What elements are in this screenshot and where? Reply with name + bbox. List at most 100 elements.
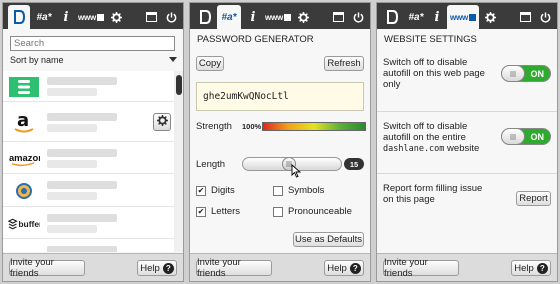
tab-settings[interactable]	[294, 5, 312, 29]
list-item[interactable]: a	[3, 103, 174, 142]
blurred-title	[47, 214, 117, 222]
setting-site-autofill-text: Switch off to disable autofill on the en…	[383, 121, 480, 154]
help-button[interactable]: Help?	[511, 260, 551, 276]
checkbox-pronounceable[interactable]	[273, 206, 283, 217]
search-input[interactable]	[10, 36, 175, 51]
tab-website-settings[interactable]: www	[447, 5, 479, 29]
svg-text:amazon: amazon	[9, 151, 40, 162]
window-icon	[332, 12, 344, 22]
option-pronounceable[interactable]: Pronounceable	[273, 206, 352, 217]
power-button[interactable]	[349, 5, 367, 29]
invite-friends-button[interactable]: Invite your friends	[383, 257, 459, 279]
option-symbols[interactable]: Symbols	[273, 185, 324, 196]
copy-button[interactable]: Copy	[196, 56, 224, 71]
list-item[interactable]	[3, 175, 174, 207]
checkbox-icon	[97, 13, 104, 21]
length-label: Length	[196, 159, 226, 170]
globe-icon	[8, 179, 40, 202]
checkbox-digits[interactable]: ✔	[196, 185, 206, 196]
tab-website-settings[interactable]: www	[265, 5, 291, 29]
toggle-knob	[501, 128, 525, 145]
dashlane-logo-icon	[13, 10, 25, 24]
power-icon	[166, 11, 177, 23]
database-icon	[8, 75, 40, 98]
gear-icon	[110, 11, 122, 23]
power-button[interactable]	[162, 5, 180, 29]
invite-friends-button[interactable]: Invite your friends	[9, 257, 85, 279]
list-item[interactable]	[3, 240, 174, 252]
blurred-subtitle	[47, 124, 97, 132]
scrollbar[interactable]	[174, 71, 183, 252]
blurred-title	[47, 246, 117, 252]
buffer-logo-icon: buffer	[8, 212, 40, 235]
tab-password-generator[interactable]: #a*	[217, 5, 241, 29]
help-icon: ?	[349, 262, 361, 274]
tab-info[interactable]: i	[429, 5, 445, 29]
invite-friends-button[interactable]: Invite your friends	[196, 257, 272, 279]
tab-website-settings[interactable]: www	[78, 5, 104, 29]
power-icon	[540, 11, 551, 23]
bottom-bar: Invite your friends Help?	[190, 253, 370, 281]
tab-info[interactable]: i	[244, 5, 262, 29]
report-button[interactable]: Report	[516, 191, 551, 206]
tab-settings[interactable]	[481, 5, 499, 29]
generated-password[interactable]: ghe2umKwQNocLtl	[196, 82, 364, 111]
site-domain: dashlane.com	[383, 144, 445, 154]
option-digits[interactable]: ✔ Digits	[196, 185, 235, 196]
report-issue-text: Report form filling issue on this page	[383, 183, 483, 205]
checkbox-icon	[469, 13, 477, 21]
gear-icon	[297, 11, 309, 23]
mouse-cursor-icon	[291, 164, 302, 181]
window-icon	[145, 12, 157, 22]
scrollbar-thumb[interactable]	[176, 75, 182, 95]
top-toolbar: #a* i www	[3, 3, 183, 29]
power-button[interactable]	[536, 5, 554, 29]
length-value-badge: 15	[344, 158, 364, 170]
option-letters[interactable]: ✔ Letters	[196, 206, 240, 217]
tab-settings[interactable]	[107, 5, 125, 29]
bottom-bar: Invite your friends Help?	[377, 253, 557, 281]
chevron-down-icon	[169, 57, 177, 62]
gear-icon	[156, 115, 168, 129]
window-icon-button[interactable]	[143, 5, 159, 29]
sort-dropdown[interactable]: Sort by name	[3, 55, 183, 71]
tab-password-generator[interactable]: #a*	[33, 5, 55, 29]
blurred-title	[47, 77, 117, 85]
blurred-title	[47, 113, 117, 121]
divider	[377, 111, 557, 112]
window-icon-button[interactable]	[517, 5, 533, 29]
bottom-bar: Invite your friends Help?	[3, 253, 183, 281]
amazon-logo-icon: amazon	[8, 147, 40, 170]
toggle-knob	[501, 65, 525, 82]
tab-passwords[interactable]	[195, 5, 215, 29]
checkbox-icon	[284, 13, 291, 21]
setting-page-autofill-text: Switch off to disable autofill on this w…	[383, 57, 485, 90]
top-toolbar: #a* i www	[190, 3, 370, 29]
list-item[interactable]: buffer	[3, 208, 174, 239]
svg-text:a: a	[17, 110, 29, 131]
use-as-defaults-button[interactable]: Use as Defaults	[293, 232, 364, 247]
passwords-panel: #a* i www Sort by name	[2, 2, 184, 282]
tab-password-generator[interactable]: #a*	[404, 5, 428, 29]
list-item[interactable]: amazon	[3, 143, 174, 174]
help-icon: ?	[536, 262, 548, 274]
checkbox-letters[interactable]: ✔	[196, 206, 206, 217]
svg-text:buffer: buffer	[18, 218, 40, 228]
tab-passwords[interactable]	[8, 5, 30, 29]
site-autofill-toggle[interactable]: ON	[501, 128, 551, 145]
checkbox-symbols[interactable]	[273, 185, 283, 196]
help-button[interactable]: Help?	[324, 260, 364, 276]
list-item[interactable]	[3, 71, 174, 102]
tab-passwords[interactable]	[382, 5, 402, 29]
tab-info[interactable]: i	[57, 5, 75, 29]
strength-meter	[262, 122, 366, 131]
blurred-title	[47, 181, 117, 189]
divider	[377, 173, 557, 174]
website-settings-panel: #a* i www WEBSITE SETTINGS Switch off to…	[376, 2, 558, 282]
window-icon-button[interactable]	[330, 5, 346, 29]
help-button[interactable]: Help?	[137, 260, 177, 276]
page-autofill-toggle[interactable]: ON	[501, 65, 551, 82]
item-settings-button[interactable]	[153, 113, 171, 131]
window-icon	[519, 12, 531, 22]
refresh-button[interactable]: Refresh	[324, 56, 364, 71]
